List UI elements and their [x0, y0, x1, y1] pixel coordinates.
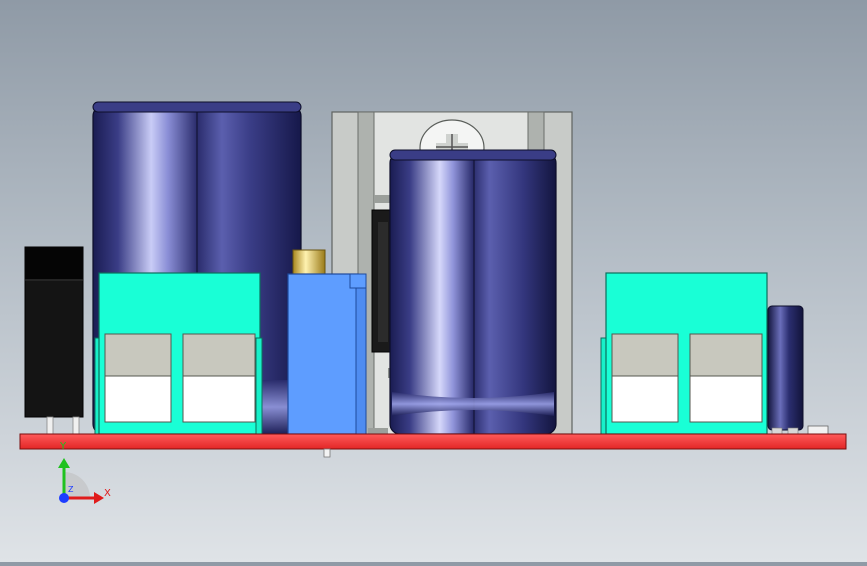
trimmer-potentiometer	[287, 249, 367, 435]
cad-viewport[interactable]: Y Z X	[0, 0, 867, 562]
axis-triad	[58, 458, 104, 504]
smd-component	[807, 425, 829, 435]
pcb-board	[19, 433, 847, 458]
cad-model-view	[19, 101, 847, 504]
z-axis-label: Z	[68, 485, 74, 494]
z-axis-dot	[59, 493, 69, 503]
y-axis-label: Y	[60, 441, 67, 452]
terminal-block-left	[94, 272, 263, 435]
x-axis-label: X	[104, 488, 111, 499]
terminal-block-right	[600, 272, 768, 435]
electrolytic-capacitor-medium	[389, 149, 557, 435]
dc-power-jack	[24, 246, 84, 435]
electrolytic-capacitor-small	[767, 305, 804, 435]
